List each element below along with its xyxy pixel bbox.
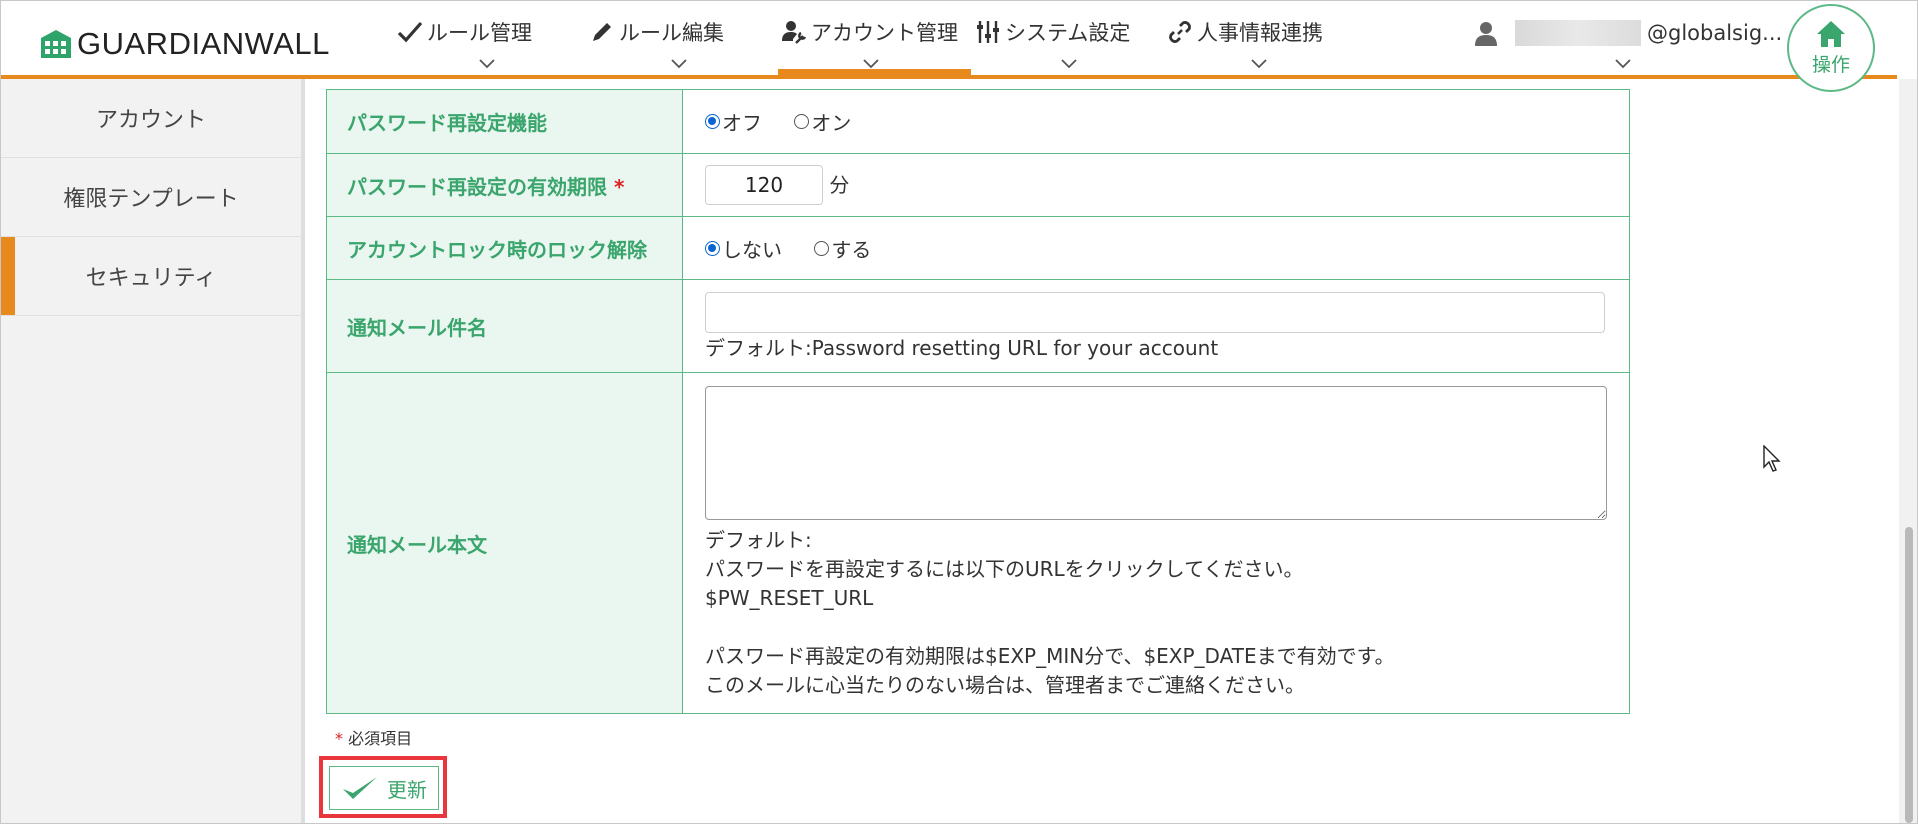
sidebar-item-label: 権限テンプレート [63, 187, 239, 212]
mail-body-label: 通知メール本文 [326, 372, 683, 714]
chevron-down-icon[interactable] [1615, 59, 1631, 69]
chevron-down-icon [1061, 59, 1077, 69]
link-icon [1169, 21, 1191, 43]
default-line: デフォルト: [705, 528, 812, 552]
row-password-reset: パスワード再設定機能 オフ オン [326, 89, 1630, 154]
reset-expiry-unit: 分 [829, 173, 850, 197]
row-mail-subject: 通知メール件名 デフォルト:Password resetting URL for… [326, 279, 1630, 373]
nav-label: 人事情報連携 [1197, 21, 1323, 45]
security-settings-form: パスワード再設定機能 オフ オン パスワード再設定の有効期限 * 分 [326, 89, 1630, 714]
reset-expiry-label-text: パスワード再設定の有効期限 [347, 174, 607, 199]
required-mark: * [335, 729, 343, 748]
nav-rule-edit[interactable]: ルール編集 [589, 1, 749, 75]
radio-unselected-icon [814, 240, 830, 256]
radio-selected-icon [705, 114, 720, 129]
sidebar: アカウント 権限テンプレート セキュリティ [1, 79, 305, 823]
required-mark: * [613, 174, 625, 199]
user-menu[interactable]: @globalsig... [1473, 19, 1782, 47]
radio-label: オン [811, 111, 852, 135]
mail-subject-label: 通知メール件名 [326, 279, 683, 373]
nav-hr-integration[interactable]: 人事情報連携 [1167, 1, 1337, 75]
password-reset-off-radio[interactable]: オフ [705, 107, 762, 136]
default-line: $PW_RESET_URL [705, 586, 874, 610]
nav-rule-management[interactable]: ルール管理 [397, 1, 557, 75]
app-window: GUARDIANWALL ルール管理 ルール編集 アカウント管理 システム設定 … [0, 0, 1918, 824]
mouse-cursor-icon [1763, 445, 1781, 472]
radio-selected-icon [705, 240, 720, 256]
update-button[interactable]: 更新 [329, 766, 439, 810]
chevron-down-icon [671, 59, 687, 69]
check-icon [397, 21, 423, 43]
user-email: @globalsig... [1647, 21, 1783, 45]
mail-body-textarea[interactable] [705, 386, 1607, 520]
radio-label: する [831, 237, 872, 262]
reset-expiry-label: パスワード再設定の有効期限 * [326, 153, 683, 217]
unlock-no-radio[interactable]: しない [705, 234, 782, 263]
row-mail-body: 通知メール本文 デフォルト: パスワードを再設定するには以下のURLをクリックし… [326, 372, 1630, 714]
radio-unselected-icon [794, 114, 810, 129]
sidebar-item-security[interactable]: セキュリティ [1, 237, 301, 316]
mail-subject-input[interactable] [705, 291, 1605, 333]
nav-label: ルール編集 [619, 21, 724, 45]
update-highlight: 更新 [319, 756, 447, 818]
nav-label: アカウント管理 [811, 21, 958, 45]
required-note: * 必須項目 [335, 725, 412, 749]
sidebar-item-label: セキュリティ [85, 266, 217, 291]
password-reset-on-radio[interactable]: オン [794, 107, 851, 136]
user-wrench-icon [782, 21, 807, 44]
logo: GUARDIANWALL [39, 26, 330, 61]
sidebar-item-permission-template[interactable]: 権限テンプレート [1, 158, 301, 237]
update-label: 更新 [387, 777, 427, 802]
nav-system-settings[interactable]: システム設定 [975, 1, 1145, 75]
home-icon [1817, 20, 1845, 47]
operation-label: 操作 [1811, 53, 1850, 76]
default-line: パスワード再設定の有効期限は$EXP_MIN分で、$EXP_DATEまで有効です… [705, 644, 1395, 668]
radio-label: オフ [722, 111, 762, 135]
checkmark-icon [343, 777, 377, 799]
default-line: このメールに心当たりのない場合は、管理者までご連絡ください。 [705, 673, 1305, 697]
default-line [705, 613, 1607, 642]
required-note-text: 必須項目 [348, 729, 413, 748]
nav-account-management[interactable]: アカウント管理 [781, 1, 971, 75]
operation-button[interactable]: 操作 [1787, 4, 1875, 92]
default-line: パスワードを再設定するには以下のURLをクリックしてください。 [705, 557, 1304, 581]
nav-label: システム設定 [1005, 21, 1131, 45]
chevron-down-icon [863, 59, 879, 69]
chevron-down-icon [1251, 59, 1267, 69]
logo-text: GUARDIANWALL [77, 26, 330, 61]
reset-expiry-input[interactable] [705, 165, 823, 205]
vertical-scrollbar[interactable] [1899, 79, 1917, 823]
unlock-yes-radio[interactable]: する [814, 234, 871, 263]
row-reset-expiry: パスワード再設定の有効期限 * 分 [326, 153, 1630, 217]
sliders-icon [977, 21, 999, 43]
nav-label: ルール管理 [427, 21, 532, 45]
unlock-label: アカウントロック時のロック解除 [326, 216, 683, 280]
chevron-down-icon [479, 59, 495, 69]
row-unlock: アカウントロック時のロック解除 しない する [326, 216, 1630, 280]
guardianwall-logo-icon [41, 30, 71, 58]
redacted-username [1515, 20, 1641, 46]
sidebar-item-label: アカウント [95, 108, 206, 133]
sidebar-item-account[interactable]: アカウント [1, 79, 301, 158]
mail-subject-default: デフォルト:Password resetting URL for your ac… [705, 335, 1219, 360]
top-header: GUARDIANWALL ルール管理 ルール編集 アカウント管理 システム設定 … [1, 1, 1917, 92]
mail-body-default: デフォルト: パスワードを再設定するには以下のURLをクリックしてください。 $… [705, 526, 1607, 700]
radio-label: しない [722, 237, 782, 262]
pencil-icon [593, 23, 611, 41]
scrollbar-thumb[interactable] [1905, 527, 1913, 823]
password-reset-label: パスワード再設定機能 [326, 89, 683, 154]
user-icon [1475, 22, 1497, 46]
